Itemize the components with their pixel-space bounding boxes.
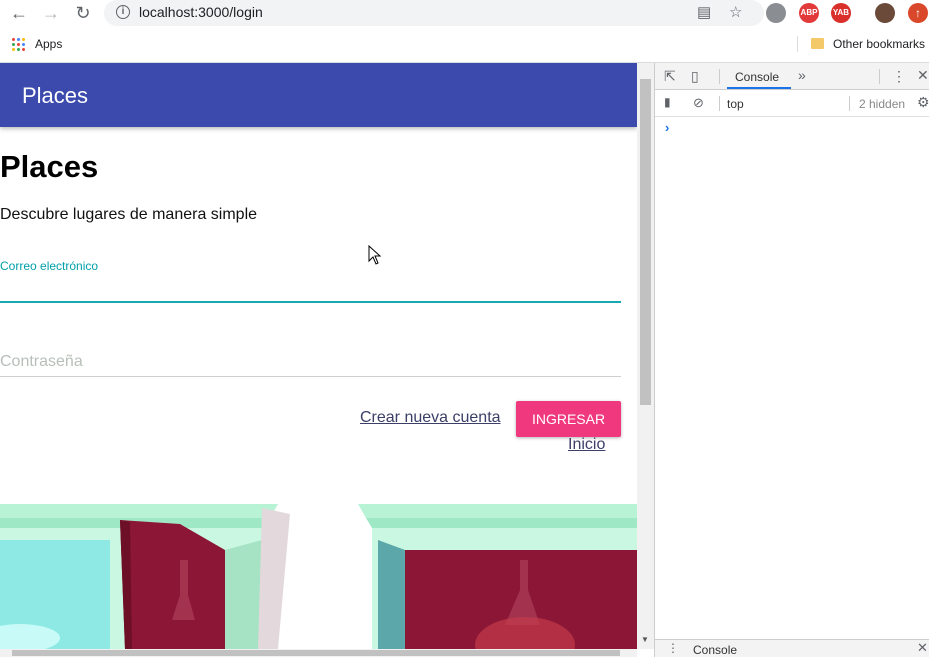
horizontal-scroll-thumb[interactable] <box>12 650 620 656</box>
close-drawer-icon[interactable]: ✕ <box>917 640 928 656</box>
home-link[interactable]: Inicio <box>568 436 605 454</box>
page-subtitle: Descubre lugares de manera simple <box>0 206 258 223</box>
devtools-menu-icon[interactable]: ⋮ <box>892 68 906 85</box>
drawer-tab-console[interactable]: Console <box>693 643 737 657</box>
vertical-scroll-thumb[interactable] <box>640 79 651 405</box>
toolbar-divider-right <box>879 69 880 84</box>
tab-console[interactable]: Console <box>735 70 779 84</box>
address-bar[interactable]: i localhost:3000/login ▤ ☆ <box>104 0 764 26</box>
update-arrow-icon[interactable]: ↑ <box>908 3 928 23</box>
folder-icon <box>811 38 824 49</box>
other-bookmarks[interactable]: Other bookmarks <box>833 37 925 51</box>
console-prompt[interactable]: › <box>665 120 669 135</box>
apps-bookmark[interactable]: Apps <box>35 37 62 51</box>
show-sidebar-icon[interactable]: ▮ <box>664 95 671 109</box>
site-info-icon[interactable]: i <box>116 5 130 19</box>
context-selector[interactable]: top <box>727 97 744 111</box>
devtools-panel: ⇱ ▯ Console » ⋮ ✕ ▮ ⊘ top 2 hidden ⚙ › ⋮… <box>654 63 929 657</box>
back-arrow-icon[interactable]: ← <box>8 2 30 24</box>
active-tab-indicator <box>727 87 791 89</box>
bookmarks-divider <box>797 36 798 52</box>
apps-grid-icon[interactable] <box>12 38 25 51</box>
console-divider-right <box>849 96 850 111</box>
bookmark-star-icon[interactable]: ☆ <box>729 3 742 21</box>
mouse-cursor-icon <box>368 245 382 265</box>
more-tabs-icon[interactable]: » <box>798 67 806 83</box>
create-account-link[interactable]: Crear nueva cuenta <box>360 409 501 427</box>
device-toolbar-icon[interactable]: ▯ <box>691 68 699 85</box>
console-toolbar: ▮ ⊘ top 2 hidden ⚙ <box>655 90 929 117</box>
login-button[interactable]: INGRESAR <box>516 401 621 437</box>
yab-extension-icon[interactable]: YAB <box>831 3 851 23</box>
page-horizontal-scrollbar[interactable] <box>0 649 637 657</box>
hidden-messages-count[interactable]: 2 hidden <box>859 97 905 111</box>
toolbar-divider <box>719 69 720 84</box>
devtools-toolbar: ⇱ ▯ Console » ⋮ ✕ <box>655 63 929 90</box>
hero-illustration <box>0 500 637 649</box>
email-label: Correo electrónico <box>0 259 99 273</box>
address-url[interactable]: localhost:3000/login <box>139 4 263 20</box>
extension-circle-icon[interactable] <box>766 3 786 23</box>
scroll-down-arrow-icon[interactable]: ▼ <box>641 635 649 644</box>
console-divider <box>719 96 720 111</box>
profile-avatar[interactable] <box>875 3 895 23</box>
browser-toolbar: ← → ↻ i localhost:3000/login ▤ ☆ ABP YAB… <box>0 0 929 63</box>
reload-icon[interactable]: ↻ <box>72 2 94 24</box>
page-vertical-scrollbar[interactable]: ▼ <box>637 63 654 649</box>
adblock-extension-icon[interactable]: ABP <box>799 3 819 23</box>
console-settings-gear-icon[interactable]: ⚙ <box>917 94 929 111</box>
email-field[interactable] <box>0 275 621 303</box>
clear-console-icon[interactable]: ⊘ <box>693 95 704 111</box>
drawer-menu-icon[interactable]: ⋮ <box>667 641 679 655</box>
password-field[interactable] <box>0 347 621 377</box>
inspect-element-icon[interactable]: ⇱ <box>664 68 676 85</box>
close-devtools-icon[interactable]: ✕ <box>917 67 929 84</box>
bookmarks-bar: Apps Other bookmarks <box>0 31 929 57</box>
translate-icon[interactable]: ▤ <box>697 3 711 21</box>
page-heading: Places <box>0 149 99 184</box>
app-bar: Places <box>0 63 637 127</box>
page-viewport: Places Places Descubre lugares de manera… <box>0 63 637 649</box>
devtools-drawer: ⋮ Console ✕ <box>655 639 929 657</box>
forward-arrow-icon[interactable]: → <box>40 2 62 24</box>
app-bar-title[interactable]: Places <box>22 83 88 109</box>
